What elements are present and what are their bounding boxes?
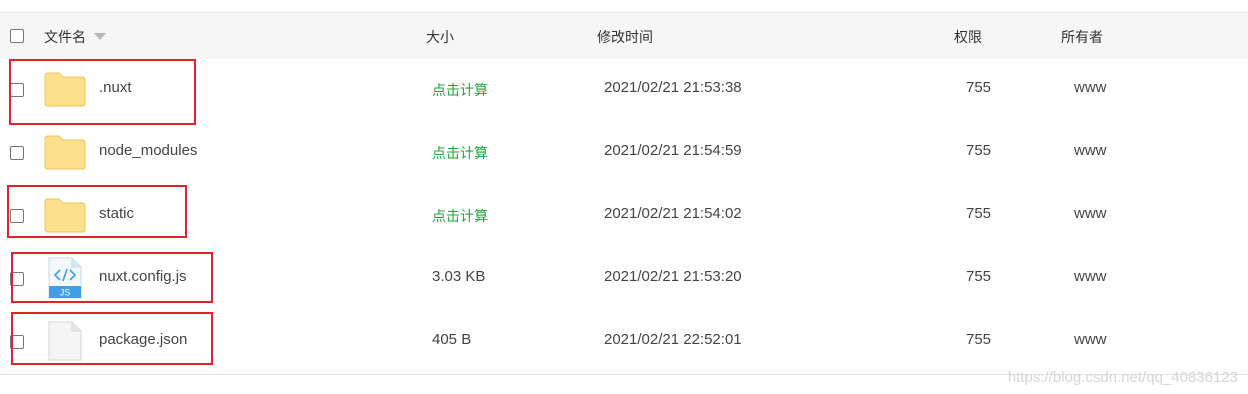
- permission[interactable]: 755: [966, 142, 991, 159]
- file-list-header: 文件名 大小 修改时间 权限 所有者: [0, 12, 1248, 61]
- owner[interactable]: www: [1074, 142, 1107, 159]
- row-checkbox[interactable]: [10, 272, 24, 286]
- permission[interactable]: 755: [966, 331, 991, 348]
- file-size: 405 B: [432, 331, 472, 348]
- modified-time: 2021/02/21 21:53:20: [604, 268, 742, 285]
- folder-icon[interactable]: [44, 71, 86, 107]
- file-row[interactable]: .nuxt 点击计算 2021/02/21 21:53:38 755 www: [0, 59, 1248, 123]
- row-checkbox[interactable]: [10, 146, 24, 160]
- file-icon[interactable]: [48, 321, 82, 361]
- calc-size-link[interactable]: 点击计算: [432, 143, 488, 163]
- permission[interactable]: 755: [966, 79, 991, 96]
- file-name[interactable]: package.json: [99, 331, 187, 348]
- owner[interactable]: www: [1074, 268, 1107, 285]
- file-name[interactable]: .nuxt: [99, 79, 132, 96]
- permission[interactable]: 755: [966, 268, 991, 285]
- file-name[interactable]: nuxt.config.js: [99, 268, 187, 285]
- file-row[interactable]: node_modules 点击计算 2021/02/21 21:54:59 75…: [0, 122, 1248, 186]
- column-header-permission[interactable]: 权限: [954, 27, 982, 47]
- file-size: 3.03 KB: [432, 268, 486, 285]
- permission[interactable]: 755: [966, 205, 991, 222]
- column-header-mtime[interactable]: 修改时间: [597, 27, 653, 47]
- owner[interactable]: www: [1074, 79, 1107, 96]
- folder-icon[interactable]: [44, 197, 86, 233]
- row-checkbox[interactable]: [10, 83, 24, 97]
- js-badge-label: JS: [60, 288, 71, 298]
- file-name[interactable]: node_modules: [99, 142, 197, 159]
- modified-time: 2021/02/21 21:54:59: [604, 142, 742, 159]
- column-header-owner[interactable]: 所有者: [1061, 27, 1103, 47]
- file-row[interactable]: JS nuxt.config.js 3.03 KB 2021/02/21 21:…: [0, 248, 1248, 312]
- owner[interactable]: www: [1074, 331, 1107, 348]
- calc-size-link[interactable]: 点击计算: [432, 206, 488, 226]
- row-checkbox[interactable]: [10, 209, 24, 223]
- folder-icon[interactable]: [44, 134, 86, 170]
- file-row[interactable]: package.json 405 B 2021/02/21 22:52:01 7…: [0, 311, 1248, 375]
- column-header-name[interactable]: 文件名: [44, 27, 106, 47]
- sort-caret-icon[interactable]: [94, 33, 106, 40]
- calc-size-link[interactable]: 点击计算: [432, 80, 488, 100]
- modified-time: 2021/02/21 21:54:02: [604, 205, 742, 222]
- file-row[interactable]: static 点击计算 2021/02/21 21:54:02 755 www: [0, 185, 1248, 249]
- js-file-icon[interactable]: JS: [48, 257, 82, 299]
- row-checkbox[interactable]: [10, 335, 24, 349]
- select-all-checkbox[interactable]: [10, 29, 24, 43]
- column-name-label: 文件名: [44, 29, 86, 45]
- modified-time: 2021/02/21 22:52:01: [604, 331, 742, 348]
- file-name[interactable]: static: [99, 205, 134, 222]
- column-header-size[interactable]: 大小: [426, 27, 454, 47]
- owner[interactable]: www: [1074, 205, 1107, 222]
- watermark-text: https://blog.csdn.net/qq_40836123: [1007, 369, 1238, 386]
- modified-time: 2021/02/21 21:53:38: [604, 79, 742, 96]
